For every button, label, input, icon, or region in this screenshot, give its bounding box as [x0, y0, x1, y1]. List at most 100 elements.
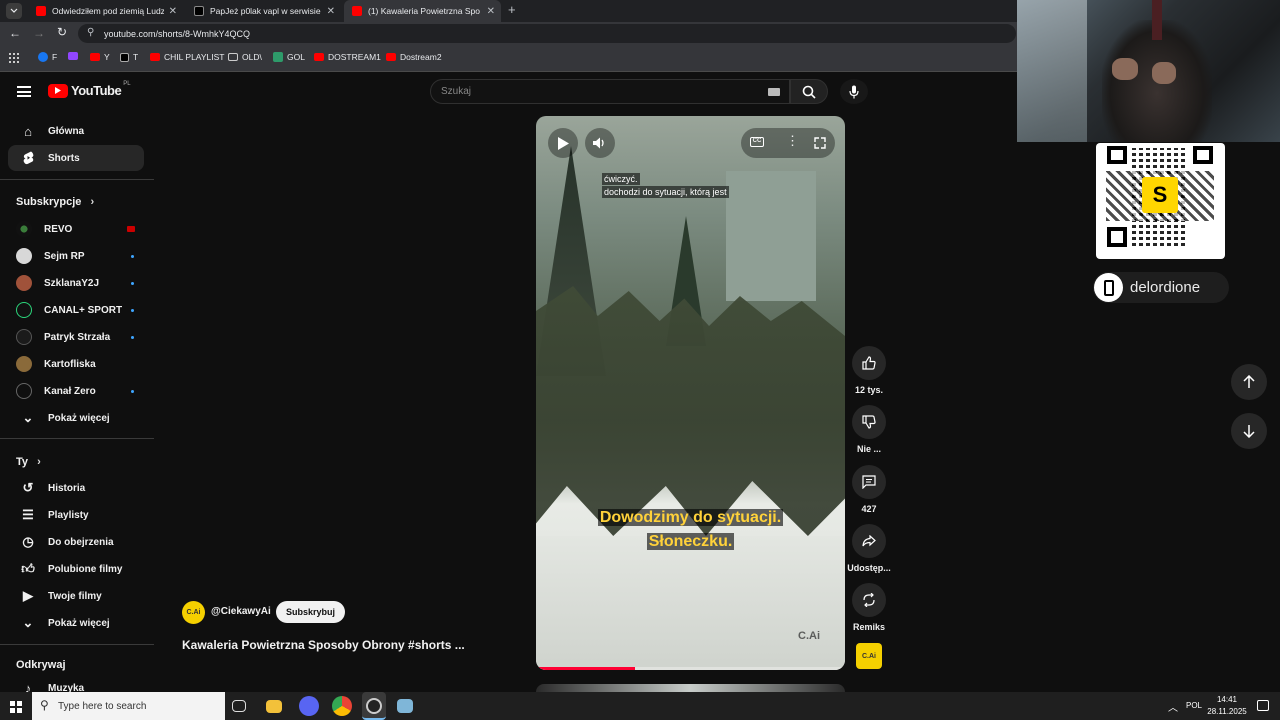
new-content-dot [131, 335, 134, 339]
bookmark-youtube[interactable]: Y [90, 52, 110, 62]
tab-search-chevron-icon[interactable] [6, 3, 22, 19]
channel-avatar [16, 248, 32, 264]
system-tray-chevron-icon[interactable]: ︿ [1168, 699, 1178, 714]
sidebar-item-history[interactable]: ↺ Historia [8, 475, 144, 501]
chevron-right-icon: › [37, 456, 41, 468]
input-language[interactable]: POL [1186, 701, 1202, 710]
clock[interactable]: 14:41 28.11.2025 [1207, 694, 1247, 718]
bookmark-twitch[interactable] [68, 52, 82, 60]
dislike-button[interactable] [852, 405, 886, 439]
browser-tab-active[interactable]: (1) Kawaleria Powietrzna Sposo ✕ [344, 0, 501, 22]
tab-close-icon[interactable]: ✕ [487, 6, 495, 17]
channel-handle[interactable]: @CiekawyAi [211, 606, 271, 617]
discord-app-icon[interactable] [299, 696, 319, 716]
back-arrow-icon[interactable]: ← [9, 26, 21, 40]
sidebar-channel[interactable]: Patryk Strzała [8, 324, 144, 350]
app-window-icon[interactable] [397, 699, 413, 713]
sidebar-item-liked[interactable]: 👍︎ Polubione filmy [8, 556, 144, 582]
more-options-icon[interactable]: ⋮ [786, 134, 799, 147]
video-watermark: C.Ai [798, 630, 820, 642]
arrow-up-icon [1243, 375, 1255, 388]
bookmark-facebook[interactable]: F [38, 52, 57, 62]
taskbar-search-input[interactable]: ⚲ Type here to search [32, 692, 225, 720]
bookmark-folder-old[interactable]: OLD\ [228, 52, 262, 62]
channel-badge-thumbnail[interactable]: C.Ai [856, 643, 882, 669]
youtube-icon [150, 53, 160, 61]
share-action[interactable]: Udostęp... [847, 524, 891, 573]
next-short-preview[interactable] [536, 684, 845, 692]
x-favicon-icon [194, 6, 204, 16]
caption-line: dochodzi do sytuacji, którą jest [602, 186, 729, 198]
comments-action[interactable]: 427 [848, 465, 890, 514]
chrome-app-icon[interactable] [332, 696, 352, 716]
bookmark-x[interactable]: T [120, 52, 138, 62]
sidebar-channel[interactable]: Kanał Zero [8, 378, 144, 404]
sidebar-item-playlists[interactable]: ☰ Playlisty [8, 502, 144, 528]
browser-tab[interactable]: PapJeż p0lak vapl w serwisie X ✕ [186, 0, 341, 22]
qr-center-logo-icon: S [1142, 177, 1178, 213]
tab-close-icon[interactable]: ✕ [327, 6, 335, 17]
sidebar-channel[interactable]: Sejm RP [8, 243, 144, 269]
bookmark-dostream2[interactable]: Dostream2 [386, 52, 442, 62]
keyboard-icon[interactable] [768, 88, 780, 96]
search-button[interactable] [790, 79, 828, 104]
sidebar-item-your-videos[interactable]: ▶ Twoje filmy [8, 583, 144, 609]
bookmark-gol[interactable]: GOL [273, 52, 305, 62]
obs-app-icon[interactable] [362, 692, 386, 720]
voice-search-button[interactable] [840, 79, 868, 104]
channel-avatar-ciekawyai[interactable]: C.Ai [182, 601, 205, 624]
windows-start-icon[interactable] [10, 701, 22, 713]
volume-button[interactable] [585, 128, 615, 158]
apps-grid-icon[interactable] [9, 53, 19, 63]
subscriptions-heading[interactable]: Subskrypcje › [16, 196, 94, 208]
reload-icon[interactable]: ↻ [57, 25, 67, 39]
remix-action[interactable]: Remiks [848, 583, 890, 632]
youtube-icon [386, 53, 396, 61]
sidebar-channel[interactable]: REVO [8, 216, 144, 242]
youtube-favicon-icon [352, 6, 362, 16]
qr-code: S [1096, 143, 1225, 259]
search-input[interactable]: Szukaj [430, 79, 790, 104]
tab-close-icon[interactable]: ✕ [169, 6, 177, 17]
sidebar-channel[interactable]: SzklanaY2J [8, 270, 144, 296]
sidebar-item-home[interactable]: ⌂ Główna [8, 118, 144, 144]
play-button[interactable] [548, 128, 578, 158]
sidebar-channel[interactable]: CANAL+ SPORT [8, 297, 144, 323]
previous-short-button-outer[interactable] [1231, 364, 1267, 400]
sidebar-item-watch-later[interactable]: ◷ Do obejrzenia [8, 529, 144, 555]
like-action[interactable]: 12 tys. [848, 346, 890, 395]
subscriptions-show-more[interactable]: ⌄ Pokaż więcej [8, 405, 144, 431]
qr-finder-top-right [1193, 146, 1213, 164]
file-explorer-icon[interactable] [266, 700, 282, 713]
fullscreen-icon[interactable] [814, 136, 826, 149]
share-button[interactable] [852, 524, 886, 558]
address-bar[interactable]: ⚲ youtube.com/shorts/8-WmhkY4QCQ [78, 24, 1016, 43]
you-show-more[interactable]: ⌄ Pokaż więcej [8, 610, 144, 636]
sidebar-item-shorts[interactable]: Shorts [8, 145, 144, 171]
you-heading[interactable]: Ty › [16, 456, 41, 468]
site-info-icon[interactable]: ⚲ [87, 27, 94, 38]
hamburger-menu-icon[interactable] [17, 86, 31, 97]
like-button[interactable] [852, 346, 886, 380]
dislike-action[interactable]: Nie ... [848, 405, 890, 454]
sidebar-channel[interactable]: Kartofliska [8, 351, 144, 377]
thumbs-up-icon [862, 356, 876, 370]
bookmark-dostream1[interactable]: DOSTREAM1 [314, 52, 381, 62]
video-progress-track[interactable] [536, 667, 845, 670]
closed-captions-icon[interactable]: CC [750, 137, 764, 147]
browser-tab[interactable]: Odwiedziłem pod ziemią Ludzi ✕ [28, 0, 183, 22]
comments-button[interactable] [852, 465, 886, 499]
subscribe-button[interactable]: Subskrybuj [276, 601, 346, 623]
short-title[interactable]: Kawaleria Powietrzna Sposoby Obrony #sho… [182, 638, 465, 652]
folder-icon [228, 53, 238, 61]
bookmark-chil-playlist[interactable]: CHIL PLAYLIST [150, 52, 224, 62]
remix-button[interactable] [852, 583, 886, 617]
next-short-button-outer[interactable] [1231, 413, 1267, 449]
youtube-logo[interactable]: YouTube PL [48, 81, 131, 98]
tab-title: Odwiedziłem pod ziemią Ludzi [52, 6, 164, 16]
notifications-icon[interactable] [1257, 700, 1269, 711]
new-tab-button[interactable]: + [508, 2, 516, 17]
task-view-icon[interactable] [232, 700, 246, 712]
shorts-video-player[interactable]: CC ⋮ ćwiczyć. dochodzi do sytuacji, któr… [536, 116, 845, 670]
forward-arrow-icon[interactable]: → [33, 26, 45, 40]
